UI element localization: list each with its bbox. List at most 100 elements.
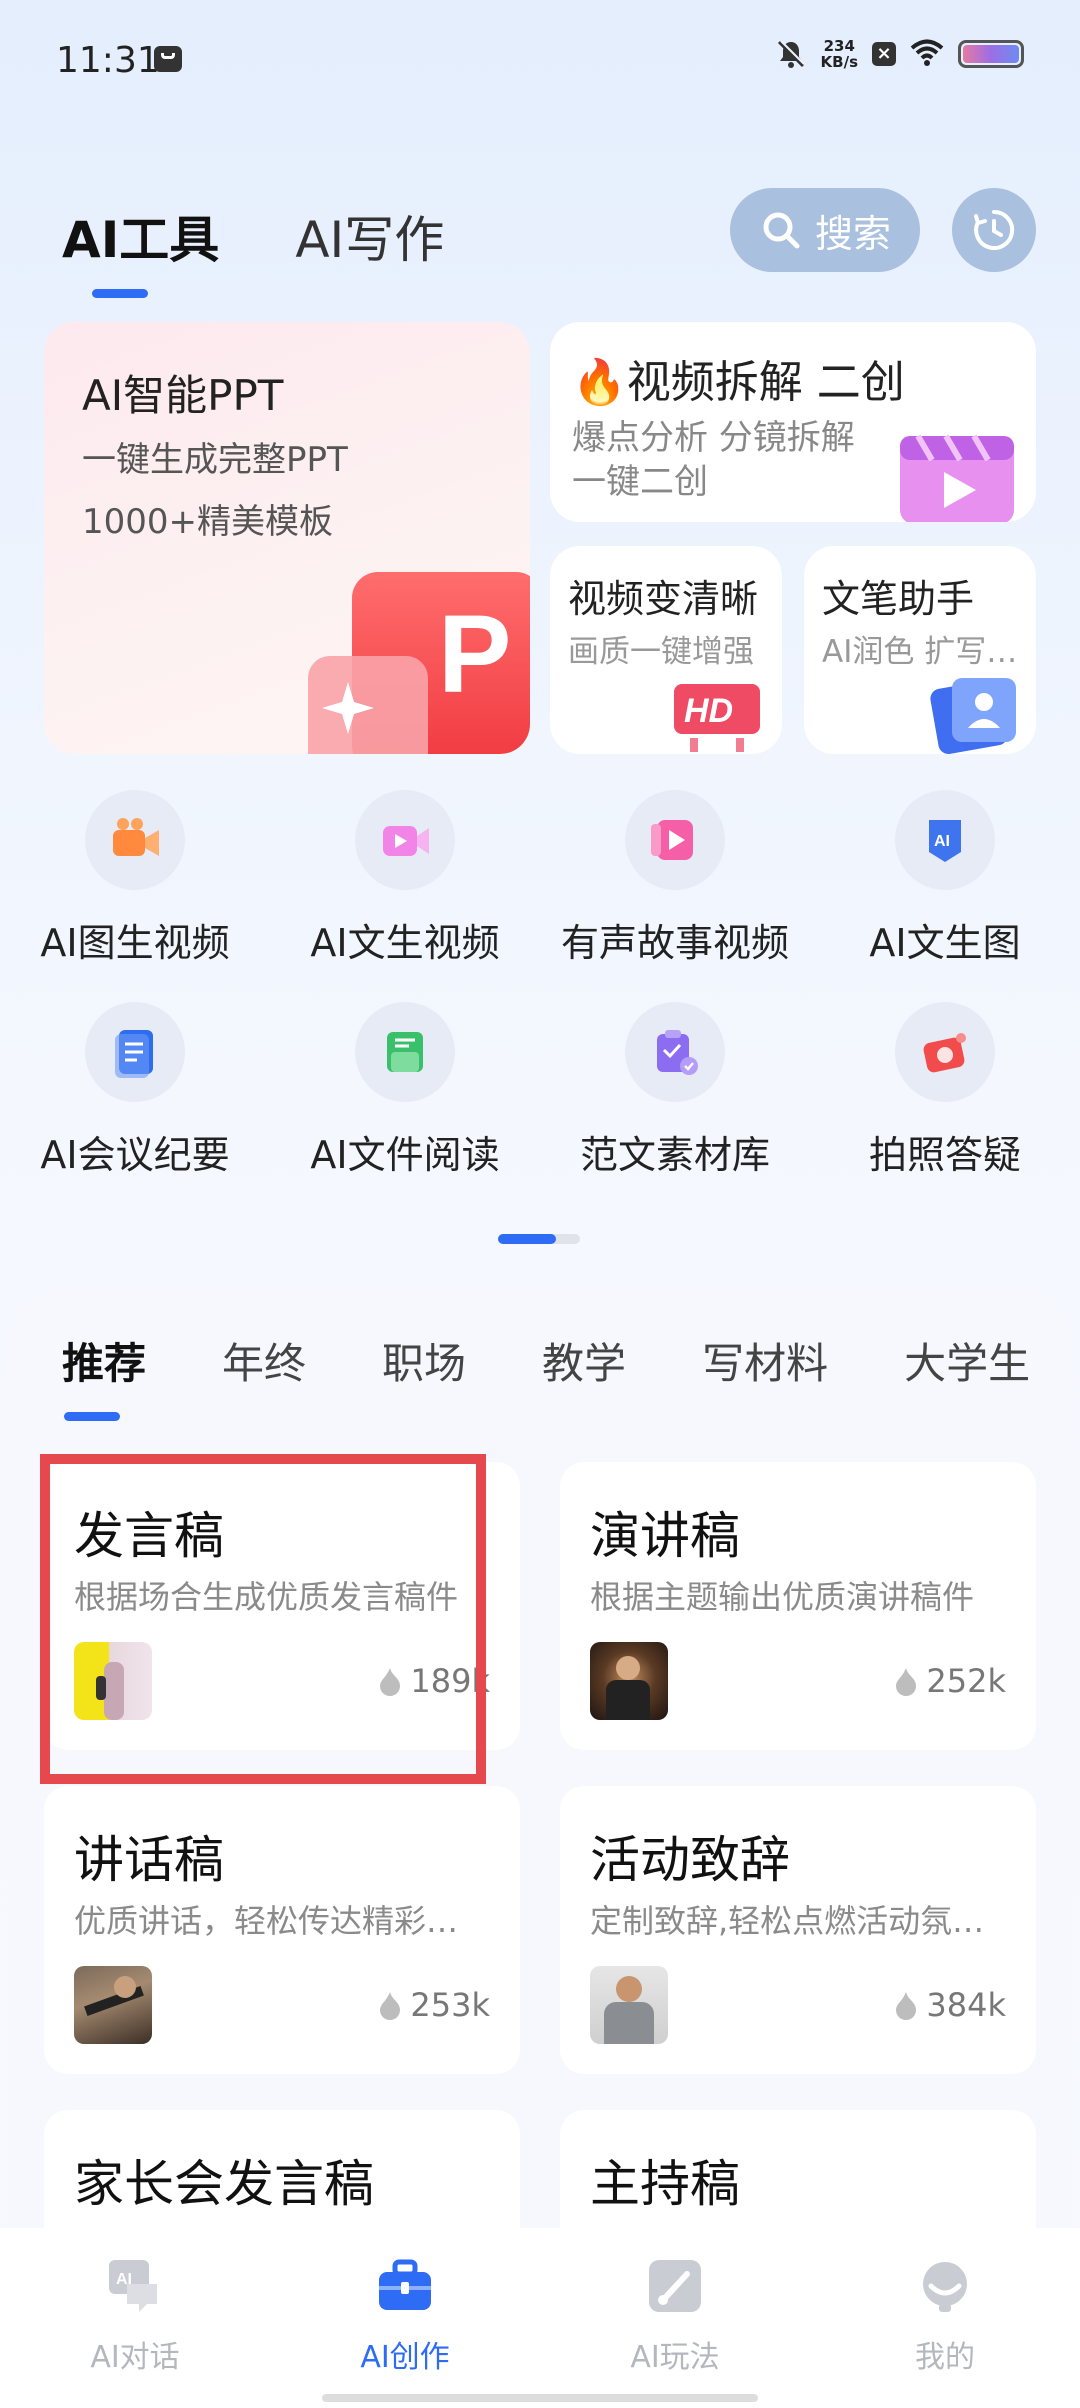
play-story-icon	[651, 820, 693, 860]
template-title: 演讲稿	[590, 1507, 740, 1565]
history-button[interactable]	[952, 188, 1036, 272]
tool-ai-meeting-notes[interactable]: AI会议纪要	[0, 1002, 270, 1179]
svg-text:P: P	[438, 593, 511, 716]
category-tab-workplace[interactable]: 职场	[382, 1330, 466, 1391]
camera-question-icon	[923, 1033, 966, 1073]
highlight-box	[40, 1454, 486, 1784]
video-enhance-title: 视频变清晰	[568, 577, 759, 621]
battery-fill	[963, 45, 1019, 63]
flame-icon	[896, 1992, 917, 2020]
nav-label: AI创作	[360, 2340, 450, 2375]
usage-count-value: 253k	[410, 1986, 490, 2024]
template-card-lecture-draft[interactable]: 演讲稿 根据主题输出优质演讲稿件 252k	[560, 1462, 1036, 1750]
template-card-event-address[interactable]: 活动致辞 定制致辞,轻松点燃活动氛… 384k	[560, 1786, 1036, 2074]
tool-label: AI文生图	[869, 921, 1021, 965]
clipboard-check-icon	[657, 1030, 698, 1075]
usage-count: 253k	[378, 1986, 490, 2024]
video-remix-line1: 爆点分析 分镜拆解	[572, 418, 855, 458]
briefcase-icon	[379, 2259, 431, 2310]
ai-ppt-line2: 1000+精美模板	[82, 502, 334, 542]
brush-icon	[649, 2260, 701, 2312]
ai-ppt-title: AI智能PPT	[82, 371, 284, 420]
ppt-icon: P	[308, 572, 530, 754]
template-title: 活动致辞	[590, 1831, 790, 1889]
status-indicators: 234 KB/s ×	[775, 38, 1024, 70]
tool-photo-qa[interactable]: 拍照答疑	[810, 1002, 1080, 1179]
tool-ai-text-to-video[interactable]: AI文生视频	[270, 790, 540, 967]
template-card-talk-draft[interactable]: 讲话稿 优质讲话，轻松传达精彩… 253k	[44, 1786, 520, 2074]
nav-ai-play[interactable]: AI玩法	[540, 2256, 810, 2376]
video-remix-title: 🔥视频拆解 二创	[572, 357, 905, 408]
template-title: 主持稿	[590, 2155, 740, 2213]
tool-essay-library[interactable]: 范文素材库	[540, 1002, 810, 1179]
tool-label: AI文件阅读	[310, 1133, 500, 1177]
hd-icon: HD	[674, 684, 760, 752]
network-speed-unit: KB/s	[820, 53, 858, 71]
meeting-notes-icon	[115, 1030, 153, 1078]
file-read-icon	[387, 1032, 423, 1072]
template-thumbnail	[590, 1966, 668, 2044]
nav-ai-chat[interactable]: AI AI对话	[0, 2256, 270, 2376]
top-tabs: AI工具 AI写作	[62, 200, 444, 298]
status-time: 11:31	[56, 40, 160, 81]
nav-label: AI对话	[90, 2340, 180, 2375]
svg-text:AI: AI	[934, 833, 950, 850]
tool-label: AI会议纪要	[40, 1133, 230, 1177]
search-button[interactable]: 搜索	[730, 188, 920, 272]
tool-ai-text-to-image[interactable]: AI AI文生图	[810, 790, 1080, 967]
usage-count-value: 384k	[926, 1986, 1006, 2024]
category-tabs: 推荐 年终 职场 教学 写材料 大学生	[62, 1330, 1080, 1421]
template-thumbnail	[74, 1966, 152, 2044]
battery-icon	[958, 40, 1024, 68]
category-tab-materials[interactable]: 写材料	[702, 1330, 828, 1391]
template-title: 家长会发言稿	[74, 2155, 374, 2213]
hd-badge-text: HD	[684, 692, 733, 730]
tool-label: AI文生视频	[310, 921, 500, 965]
tool-label: 拍照答疑	[868, 1133, 1021, 1177]
category-tab-recommend[interactable]: 推荐	[62, 1330, 146, 1421]
home-indicator[interactable]	[322, 2394, 758, 2402]
nav-label: AI玩法	[630, 2340, 720, 2375]
tool-ai-file-reading[interactable]: AI文件阅读	[270, 1002, 540, 1179]
category-tab-year-end[interactable]: 年终	[222, 1330, 306, 1391]
ai-image-icon: AI	[929, 820, 961, 862]
video-remix-line2: 一键二创	[572, 462, 708, 502]
message-notification-icon	[154, 46, 182, 72]
mute-bell-icon	[775, 38, 807, 70]
category-tab-teaching[interactable]: 教学	[542, 1330, 626, 1391]
clapperboard-icon	[900, 434, 1014, 522]
tool-label: AI图生视频	[40, 921, 230, 965]
tool-ai-image-to-video[interactable]: AI图生视频	[0, 790, 270, 967]
tab-ai-tools[interactable]: AI工具	[62, 200, 219, 298]
video-text-icon	[383, 826, 429, 856]
status-bar: 11:31 234 KB/s ×	[0, 0, 1080, 120]
search-label: 搜索	[814, 211, 891, 256]
video-camera-icon	[113, 818, 159, 856]
usage-count: 252k	[894, 1662, 1006, 1700]
template-desc: 优质讲话，轻松传达精彩…	[74, 1902, 459, 1940]
network-speed: 234 KB/s	[821, 38, 858, 70]
tool-label: 有声故事视频	[560, 921, 789, 965]
nav-ai-create[interactable]: AI创作	[270, 2256, 540, 2376]
nav-label: 我的	[915, 2340, 975, 2375]
nav-profile[interactable]: 我的	[810, 2256, 1080, 2376]
video-enhance-card[interactable]: 视频变清晰 画质一键增强 HD	[550, 546, 782, 754]
ai-ppt-line1: 一键生成完整PPT	[82, 440, 348, 480]
x-notification-icon: ×	[872, 42, 896, 66]
writing-assistant-card[interactable]: 文笔助手 AI润色 扩写…	[804, 546, 1036, 754]
ai-ppt-card[interactable]: AI智能PPT 一键生成完整PPT 1000+精美模板 P	[44, 322, 530, 754]
template-thumbnail	[590, 1642, 668, 1720]
search-icon	[763, 212, 800, 249]
flame-icon	[896, 1668, 917, 1696]
history-clock-icon	[974, 209, 1015, 250]
tool-audio-story-video[interactable]: 有声故事视频	[540, 790, 810, 967]
video-remix-card[interactable]: 🔥视频拆解 二创 爆点分析 分镜拆解 一键二创	[550, 322, 1036, 522]
usage-count: 384k	[894, 1986, 1006, 2024]
template-desc: 根据主题输出优质演讲稿件	[590, 1578, 975, 1616]
category-tab-college[interactable]: 大学生	[904, 1330, 1030, 1391]
tab-ai-writing[interactable]: AI写作	[295, 200, 444, 272]
flame-icon	[380, 1992, 401, 2020]
usage-count-value: 252k	[926, 1662, 1006, 1700]
carousel-pager	[498, 1234, 580, 1244]
template-title: 讲话稿	[74, 1831, 224, 1889]
